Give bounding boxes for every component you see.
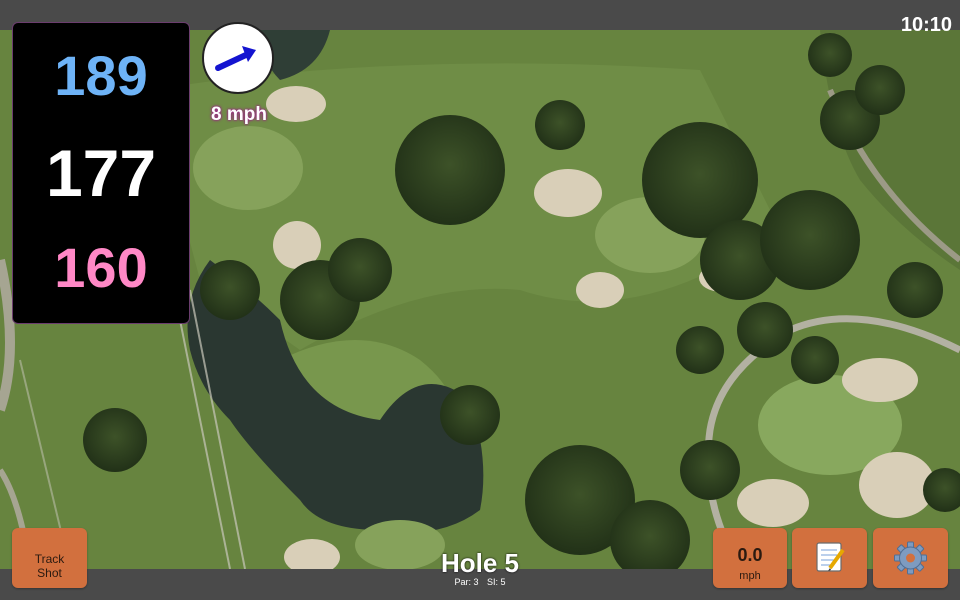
wind-direction-indicator — [202, 22, 274, 94]
gear-icon — [894, 541, 927, 575]
wind-speed-value: 0.0 — [737, 544, 763, 565]
center-distance: 177 — [45, 136, 157, 210]
distance-panel: 189 177 160 — [12, 22, 190, 324]
hole-info: Par: 3 SI: 5 — [380, 577, 580, 587]
notepad-icon — [816, 542, 845, 572]
wind-speed-label: 8 mph — [211, 104, 267, 125]
wind-speed-unit: mph — [739, 569, 761, 582]
notes-button[interactable] — [792, 528, 867, 588]
front-distance: 160 — [54, 236, 148, 299]
track-shot-label-line2: Shot — [37, 566, 62, 580]
wind-speed-button[interactable]: 0.0 mph — [713, 528, 787, 588]
clock: 10:10 — [900, 14, 952, 36]
hole-par: Par: 3 — [454, 577, 479, 587]
wind-arrow-icon — [215, 46, 256, 71]
hole-title: Hole 5 — [440, 548, 520, 578]
settings-button[interactable] — [873, 528, 948, 588]
track-shot-label-line1: Track — [34, 552, 65, 566]
hole-si: SI: 5 — [487, 577, 506, 587]
back-distance: 189 — [54, 44, 148, 107]
track-shot-button[interactable]: Track Shot — [12, 528, 87, 588]
